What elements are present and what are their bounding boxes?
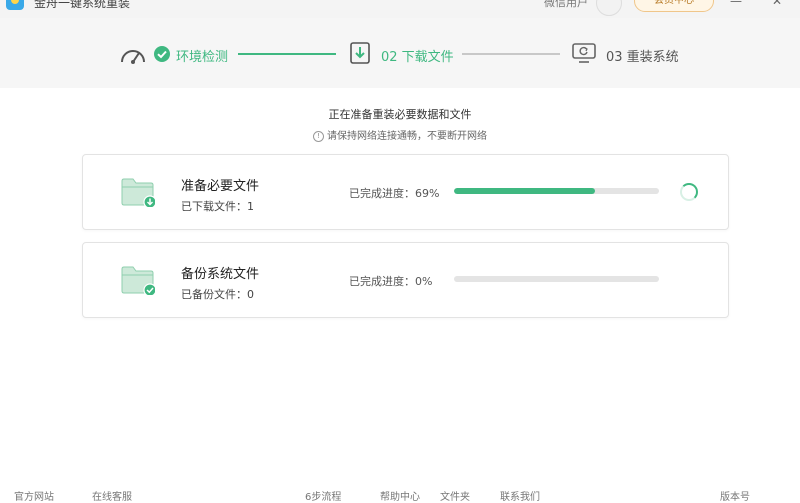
app-logo-icon — [6, 0, 24, 10]
step-connector-2 — [462, 53, 560, 55]
download-file-icon — [350, 42, 370, 64]
network-tip-text: 请保持网络连接通畅，不要断开网络 — [327, 131, 487, 142]
progress-bar — [454, 276, 659, 282]
status-link-folder[interactable]: 文件夹 — [440, 488, 470, 503]
task-file-count: 已备份文件：0 — [181, 288, 254, 301]
step-3-label: 03 重装系统 — [606, 50, 679, 65]
title-bar: 金舟一键系统重装 微信用户 会员中心 — ✕ — [0, 0, 800, 18]
step-connector-1 — [238, 53, 336, 55]
status-link-help[interactable]: 帮助中心 — [380, 488, 420, 503]
app-title: 金舟一键系统重装 — [34, 0, 131, 10]
status-link-support[interactable]: 在线客服 — [92, 488, 132, 503]
task-card-prepare-files: 准备必要文件 已下载文件：1 已完成进度：69% — [82, 154, 729, 230]
info-icon: ! — [313, 131, 324, 142]
member-center-button[interactable]: 会员中心 — [634, 0, 714, 12]
user-name[interactable]: 微信用户 — [544, 0, 588, 10]
status-bar: 官方网站 在线客服 6步流程 帮助中心 文件夹 联系我们 版本号 — [0, 488, 800, 503]
close-button[interactable]: ✕ — [772, 0, 782, 8]
reinstall-monitor-icon — [572, 43, 596, 63]
network-tip: ! 请保持网络连接通畅，不要断开网络 — [0, 127, 800, 142]
progress-fill — [454, 188, 596, 194]
progress-label: 已完成进度：69% — [349, 187, 440, 200]
progress-bar — [454, 188, 659, 194]
step-1-label: 环境检测 — [176, 50, 229, 65]
progress-label: 已完成进度：0% — [349, 275, 433, 288]
status-link-contact[interactable]: 联系我们 — [500, 488, 540, 503]
task-card-backup-files: 备份系统文件 已备份文件：0 已完成进度：0% — [82, 242, 729, 318]
loading-spinner-icon — [680, 183, 698, 201]
task-file-count: 已下载文件：1 — [181, 200, 254, 213]
folder-check-icon — [121, 266, 155, 295]
task-title: 准备必要文件 — [181, 179, 260, 194]
step-2-label: 02 下载文件 — [381, 50, 454, 65]
step-done-check-icon — [154, 46, 170, 62]
page-title: 正在准备重装必要数据和文件 — [328, 108, 472, 121]
task-title: 备份系统文件 — [181, 267, 260, 282]
folder-download-icon — [121, 178, 155, 207]
gauge-icon — [121, 50, 145, 64]
version-label: 版本号 — [720, 492, 750, 503]
minimize-button[interactable]: — — [730, 0, 742, 8]
step-bar: 环境检测 02 下载文件 03 重装系统 — [0, 18, 800, 88]
status-link-website[interactable]: 官方网站 — [14, 488, 54, 503]
status-link-flow[interactable]: 6步流程 — [305, 488, 341, 503]
user-avatar[interactable] — [596, 0, 622, 16]
